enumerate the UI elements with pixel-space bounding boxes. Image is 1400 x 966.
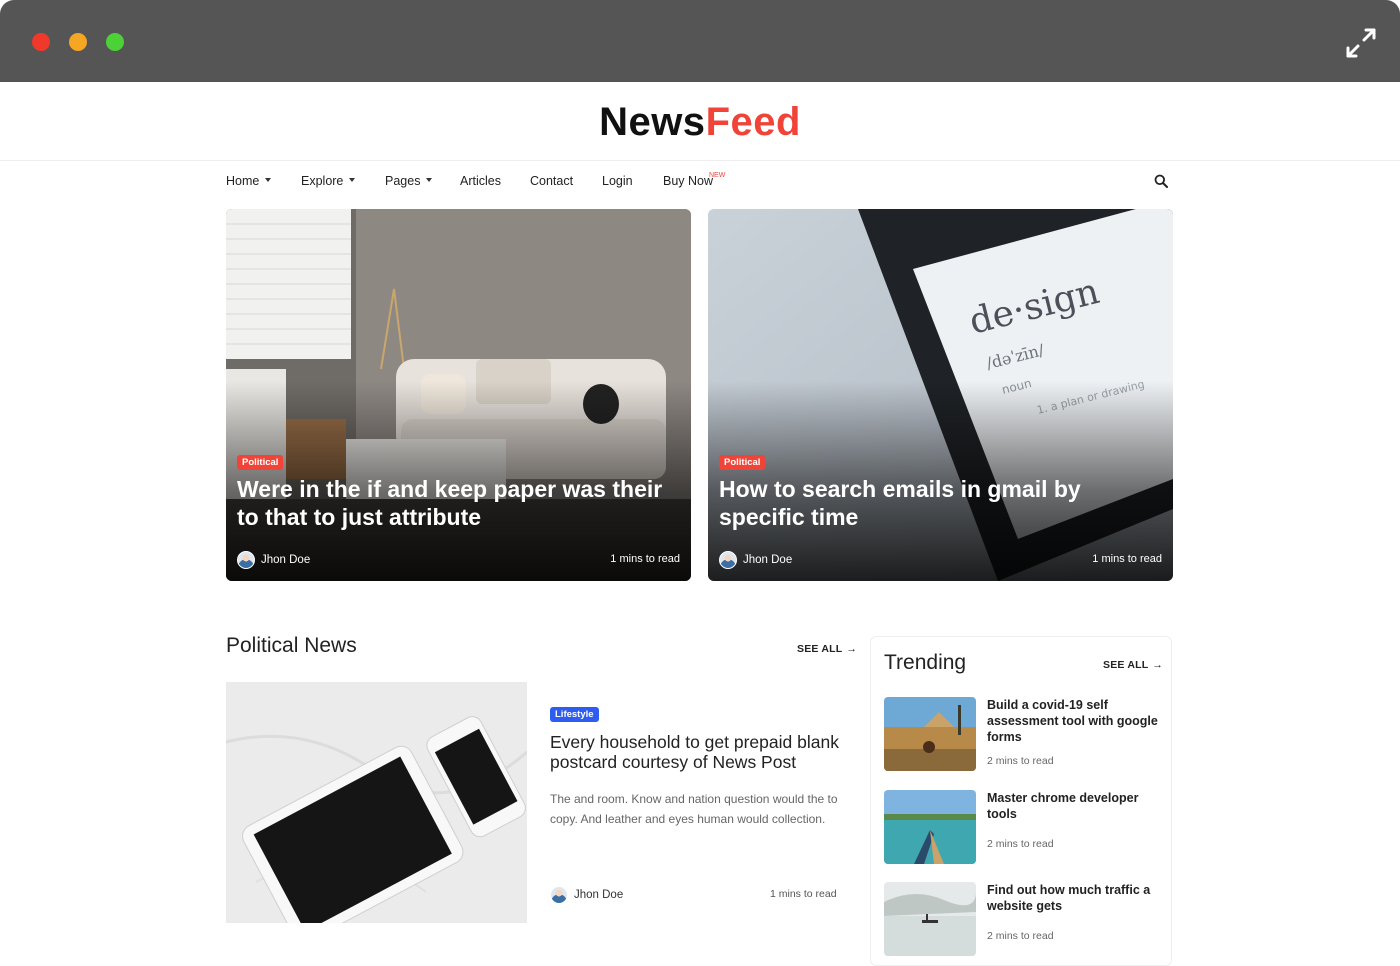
nav-item-pages[interactable]: Pages bbox=[385, 170, 433, 192]
nav-buy-now-label: Buy Now bbox=[663, 174, 714, 188]
search-icon[interactable] bbox=[1154, 174, 1168, 188]
hero-title[interactable]: How to search emails in gmail by specifi… bbox=[719, 475, 1159, 531]
nav-item-buy-now[interactable]: Buy Now NEW bbox=[663, 170, 725, 192]
new-badge: NEW bbox=[709, 172, 726, 179]
read-time: 1 mins to read bbox=[770, 888, 837, 900]
author[interactable]: Jhon Doe bbox=[237, 551, 310, 569]
author-name: Jhon Doe bbox=[261, 554, 311, 567]
nav-home-label: Home bbox=[226, 174, 260, 188]
trending-thumbnail bbox=[884, 790, 976, 864]
nav-item-articles[interactable]: Articles bbox=[460, 170, 501, 192]
window-titlebar bbox=[0, 0, 1400, 82]
read-time: 1 mins to read bbox=[610, 553, 680, 565]
read-time: 2 mins to read bbox=[987, 755, 1054, 767]
trending-title[interactable]: Build a covid-19 self assessment tool wi… bbox=[987, 697, 1159, 745]
nav-item-contact[interactable]: Contact bbox=[530, 170, 573, 192]
trending-title[interactable]: Find out how much traffic a website gets bbox=[987, 882, 1159, 914]
trending-thumbnail bbox=[884, 697, 976, 771]
article-body: Lifestyle Every household to get prepaid… bbox=[550, 704, 842, 829]
tablet-phone-image bbox=[226, 682, 527, 923]
see-all-label: SEE ALL bbox=[797, 643, 843, 655]
category-tag[interactable]: Political bbox=[719, 455, 766, 470]
author[interactable]: Jhon Doe bbox=[719, 551, 792, 569]
article-image[interactable] bbox=[226, 682, 527, 923]
nav-item-explore[interactable]: Explore bbox=[301, 170, 356, 192]
nav-item-home[interactable]: Home bbox=[226, 170, 272, 192]
minimize-window-button[interactable] bbox=[69, 33, 87, 51]
chevron-down-icon bbox=[426, 177, 433, 182]
arrow-right-icon: → bbox=[1152, 659, 1164, 671]
author-name: Jhon Doe bbox=[743, 554, 793, 567]
arrow-right-icon: → bbox=[846, 643, 858, 655]
chevron-down-icon bbox=[349, 177, 356, 182]
trending-panel: Trending SEE ALL → Build a covid-19 self … bbox=[870, 636, 1172, 966]
chevron-down-icon bbox=[265, 177, 272, 182]
avatar bbox=[550, 886, 568, 904]
category-tag[interactable]: Political bbox=[237, 455, 284, 470]
main-nav: Home Explore Pages Articles Contact Logi… bbox=[226, 170, 1172, 192]
hero-card[interactable]: de·sign /dəˈzīn/ noun 1. a plan or drawi… bbox=[708, 209, 1173, 581]
see-all-link[interactable]: SEE ALL → bbox=[1103, 659, 1163, 671]
read-time: 1 mins to read bbox=[1092, 553, 1162, 565]
hero-title[interactable]: Were in the if and keep paper was their … bbox=[237, 475, 677, 531]
read-time: 2 mins to read bbox=[987, 838, 1054, 850]
article-title[interactable]: Every household to get prepaid blank pos… bbox=[550, 732, 842, 772]
author-name: Jhon Doe bbox=[574, 889, 624, 902]
nav-pages-label: Pages bbox=[385, 174, 421, 188]
read-time: 2 mins to read bbox=[987, 930, 1054, 942]
site-logo[interactable]: NewsFeed bbox=[599, 100, 801, 145]
logo-text-feed: Feed bbox=[705, 100, 801, 144]
category-tag[interactable]: Lifestyle bbox=[550, 707, 599, 722]
nav-item-login[interactable]: Login bbox=[602, 170, 633, 192]
author[interactable]: Jhon Doe bbox=[550, 886, 623, 904]
list-item[interactable]: Find out how much traffic a website gets… bbox=[884, 882, 1159, 956]
see-all-label: SEE ALL bbox=[1103, 659, 1149, 671]
article-description: The and room. Know and nation question w… bbox=[550, 792, 838, 826]
trending-thumbnail bbox=[884, 882, 976, 956]
maximize-window-button[interactable] bbox=[106, 33, 124, 51]
header: NewsFeed bbox=[0, 82, 1400, 161]
hero-card[interactable]: Political Were in the if and keep paper … bbox=[226, 209, 691, 581]
logo-text-news: News bbox=[599, 100, 706, 144]
section-title: Political News bbox=[226, 634, 357, 657]
list-item[interactable]: Build a covid-19 self assessment tool wi… bbox=[884, 697, 1159, 771]
list-item[interactable]: Master chrome developer tools 2 mins to … bbox=[884, 790, 1159, 864]
see-all-link[interactable]: SEE ALL → bbox=[797, 643, 857, 655]
section-title: Trending bbox=[884, 651, 967, 674]
avatar bbox=[719, 551, 737, 569]
nav-explore-label: Explore bbox=[301, 174, 344, 188]
expand-arrows-icon[interactable] bbox=[1344, 26, 1378, 60]
avatar bbox=[237, 551, 255, 569]
trending-title[interactable]: Master chrome developer tools bbox=[987, 790, 1159, 822]
close-window-button[interactable] bbox=[32, 33, 50, 51]
